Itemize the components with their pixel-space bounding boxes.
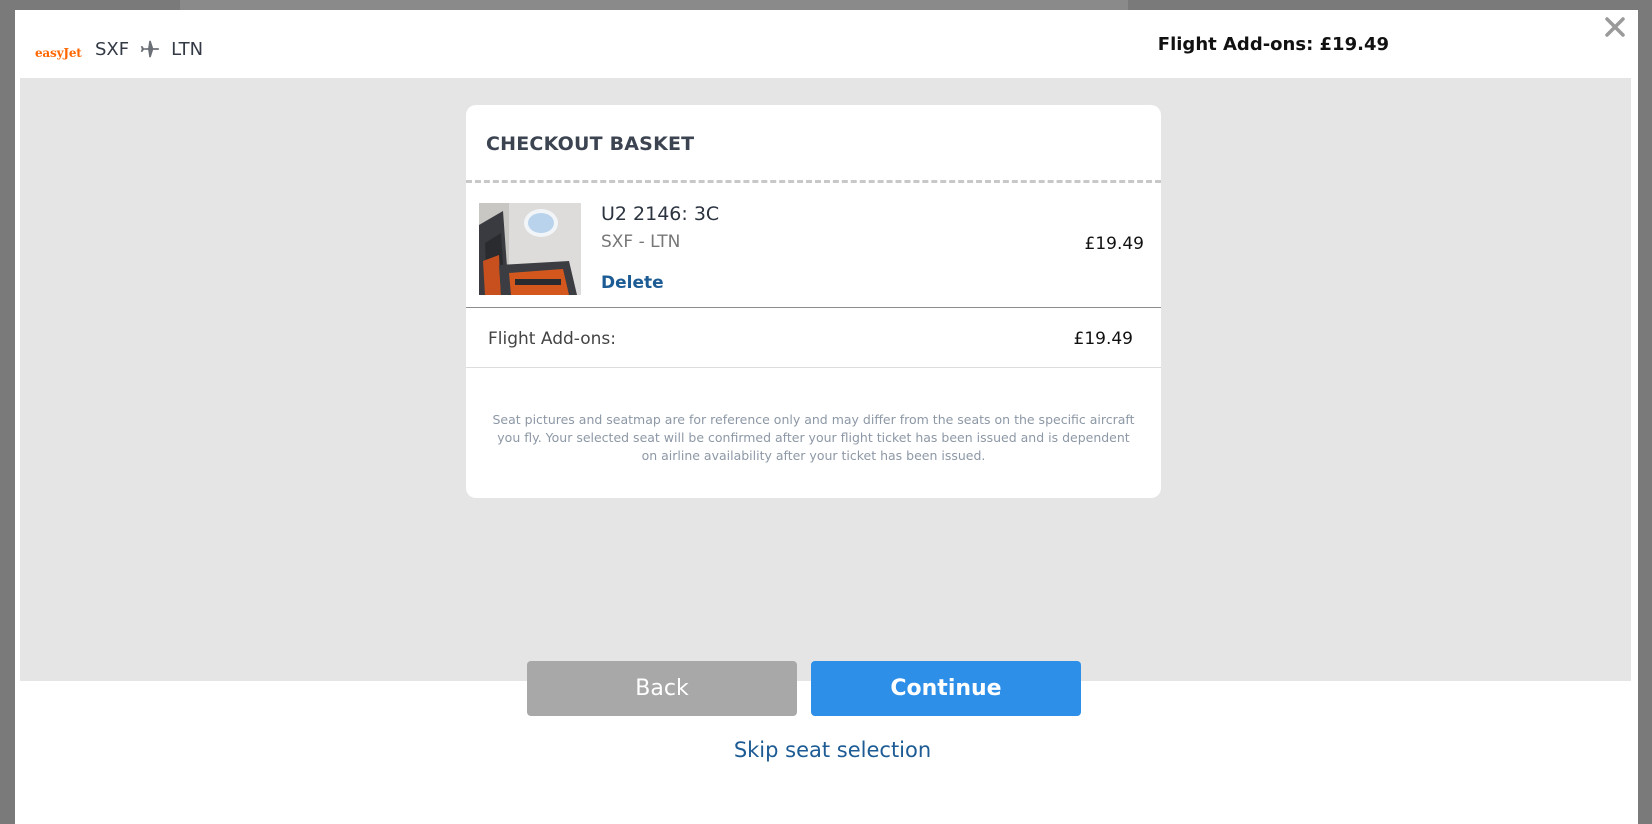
content-area: CHECKOUT BASKET U2 2146: 3C SXF - LTN De…	[20, 78, 1631, 681]
delete-seat-link[interactable]: Delete	[601, 273, 664, 293]
subtotal-value: £19.49	[1073, 329, 1133, 349]
subtotal-label: Flight Add-ons:	[488, 329, 616, 349]
modal-header: easyJet SXF LTN Flight Add-ons: £19.49	[15, 10, 1638, 78]
skip-seat-selection-label: Skip seat selection	[733, 738, 932, 762]
plane-icon	[140, 40, 160, 58]
dashed-divider	[466, 180, 1161, 183]
skip-seat-selection-link[interactable]: Skip seat selection	[15, 738, 1638, 762]
destination-code: LTN	[171, 38, 204, 60]
seat-image	[479, 203, 581, 295]
close-button[interactable]	[1602, 14, 1628, 40]
close-icon	[1605, 17, 1625, 37]
basket-title: CHECKOUT BASKET	[486, 133, 695, 155]
seat-selection-modal: easyJet SXF LTN Flight Add-ons: £19.49 C…	[15, 10, 1638, 824]
checkout-basket: CHECKOUT BASKET U2 2146: 3C SXF - LTN De…	[466, 105, 1161, 498]
route-summary: SXF LTN	[95, 38, 203, 60]
airline-logo: easyJet	[35, 46, 82, 60]
seat-photo	[479, 203, 581, 295]
header-addons-total: Flight Add-ons: £19.49	[1157, 34, 1389, 55]
back-button[interactable]: Back	[527, 661, 797, 716]
continue-button[interactable]: Continue	[811, 661, 1081, 716]
seat-route: SXF - LTN	[601, 232, 681, 252]
divider	[466, 367, 1161, 368]
divider	[466, 307, 1161, 308]
origin-code: SXF	[95, 38, 130, 60]
seat-flight-code: U2 2146: 3C	[601, 203, 720, 225]
seat-price: £19.49	[1084, 234, 1144, 254]
seat-disclaimer: Seat pictures and seatmap are for refere…	[492, 412, 1135, 463]
